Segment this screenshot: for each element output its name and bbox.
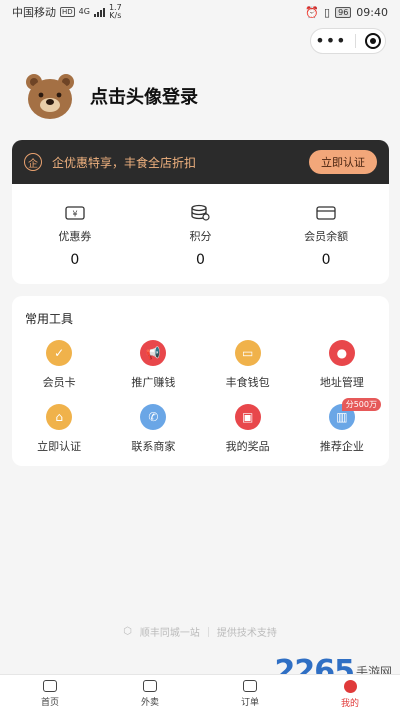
home-icon <box>43 680 57 692</box>
tab-label: 外卖 <box>140 698 159 708</box>
asset-value: 0 <box>70 252 80 268</box>
tab-mine[interactable]: 我的 <box>310 675 390 711</box>
battery-icon: 96 <box>335 6 352 18</box>
store-icon: ⌂ <box>46 404 73 430</box>
tool-label: 地址管理 <box>319 376 364 389</box>
bottom-tab-bar: 首页 外卖 订单 我的 <box>0 674 400 711</box>
tool-label: 会员卡 <box>42 376 76 389</box>
miniprogram-capsule: ••• <box>310 28 386 54</box>
tool-recommend-enterprise[interactable]: 分500万 ▥ 推荐企业 <box>295 398 389 454</box>
tools-grid: ✓ 会员卡 📢 推广赚钱 ▭ 丰食钱包 ● 地址管理 ⌂ 立即认证 ✆ 联系商家… <box>12 340 389 454</box>
tab-label: 首页 <box>40 698 59 708</box>
tool-wallet[interactable]: ▭ 丰食钱包 <box>201 340 295 390</box>
verify-now-button[interactable]: 立即认证 <box>309 150 377 174</box>
target-icon[interactable] <box>364 33 381 49</box>
bear-avatar-icon <box>26 74 74 119</box>
tool-label: 推广赚钱 <box>131 376 176 389</box>
signal-icon <box>93 7 105 17</box>
hd-indicator: HD <box>60 7 75 17</box>
tab-label: 订单 <box>240 698 259 708</box>
tab-home[interactable]: 首页 <box>10 675 90 711</box>
promo-text: 企优惠特享，丰食全店折扣 <box>52 155 197 170</box>
profile-header: 点击头像登录 <box>24 72 198 120</box>
tool-label: 丰食钱包 <box>225 376 270 389</box>
tab-orders[interactable]: 订单 <box>210 675 290 711</box>
section-title: 常用工具 <box>25 312 74 326</box>
footer-divider <box>207 626 209 637</box>
tool-label: 推荐企业 <box>319 440 364 453</box>
phone-icon: ✆ <box>140 404 167 430</box>
support-text: 提供技术支持 <box>216 628 277 639</box>
profile-icon <box>343 680 357 693</box>
asset-label: 会员余额 <box>304 230 349 243</box>
clock: 09:40 <box>356 5 388 19</box>
asset-coupon[interactable]: ¥ 优惠券 0 <box>25 204 125 268</box>
brand-logo-icon: ⬡ <box>123 626 132 637</box>
svg-text:¥: ¥ <box>72 210 77 219</box>
tool-label: 联系商家 <box>131 440 176 453</box>
speed-unit: K/s <box>109 11 122 20</box>
megaphone-icon: 📢 <box>140 340 167 366</box>
asset-points[interactable]: 积分 0 <box>150 204 250 268</box>
avatar[interactable] <box>24 72 76 120</box>
tech-support-note: ⬡ 顺丰同城一站 提供技术支持 <box>0 624 400 639</box>
alarm-icon: ⏰ <box>305 5 320 19</box>
takeout-icon <box>143 680 157 692</box>
tool-label: 我的奖品 <box>225 440 270 453</box>
points-icon <box>189 204 211 222</box>
tool-promote-earn[interactable]: 📢 推广赚钱 <box>106 340 200 390</box>
status-bar: 中国移动 HD 4G 1.7 K/s ⏰ ▯ 96 09:40 <box>0 0 400 24</box>
wallet-icon: ▭ <box>234 340 261 366</box>
enterprise-badge-icon: 企 <box>24 153 42 171</box>
coupon-icon: ¥ <box>64 204 86 222</box>
asset-balance[interactable]: 会员余额 0 <box>276 204 376 268</box>
asset-value: 0 <box>321 252 331 268</box>
asset-label: 优惠券 <box>58 230 92 243</box>
location-icon: ● <box>328 340 355 366</box>
enterprise-promo-bar: 企 企优惠特享，丰食全店折扣 立即认证 <box>12 140 389 184</box>
login-prompt[interactable]: 点击头像登录 <box>90 83 198 109</box>
tool-verify[interactable]: ⌂ 立即认证 <box>12 404 106 454</box>
network-type: 4G <box>78 7 90 16</box>
tool-label: 立即认证 <box>37 440 82 453</box>
vibrate-icon: ▯ <box>324 5 331 19</box>
carrier-name: 中国移动 <box>12 6 56 19</box>
reward-badge: 分500万 <box>341 398 381 411</box>
brand-name: 顺丰同城一站 <box>139 628 200 639</box>
asset-label: 积分 <box>189 230 212 243</box>
capsule-divider <box>355 34 357 48</box>
assets-panel: ¥ 优惠券 0 积分 0 会员余额 0 <box>12 184 389 284</box>
tool-address[interactable]: ● 地址管理 <box>295 340 389 390</box>
more-dots-icon[interactable]: ••• <box>315 33 346 49</box>
member-card-icon: ✓ <box>46 340 73 366</box>
network-speed: 1.7 K/s <box>109 4 122 20</box>
order-icon <box>243 680 257 692</box>
gift-icon: ▣ <box>234 404 261 430</box>
tool-member-card[interactable]: ✓ 会员卡 <box>12 340 106 390</box>
tool-contact-merchant[interactable]: ✆ 联系商家 <box>106 404 200 454</box>
asset-value: 0 <box>196 252 205 268</box>
tool-my-prizes[interactable]: ▣ 我的奖品 <box>201 404 295 454</box>
common-tools-panel: 常用工具 ✓ 会员卡 📢 推广赚钱 ▭ 丰食钱包 ● 地址管理 ⌂ 立即认证 ✆… <box>12 296 389 466</box>
tab-takeout[interactable]: 外卖 <box>110 675 190 711</box>
wallet-card-icon <box>315 204 337 222</box>
tab-label: 我的 <box>340 699 359 709</box>
